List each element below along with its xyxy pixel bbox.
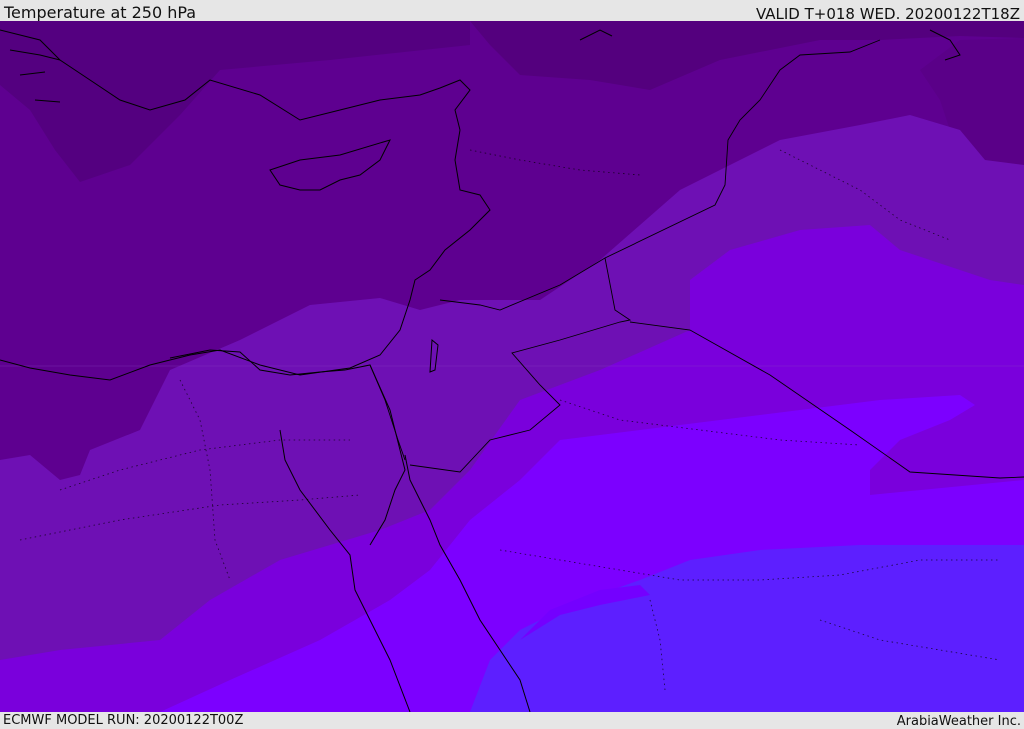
header-bar: Temperature at 250 hPa VALID T+018 WED. …: [0, 0, 1024, 23]
weather-map-window: Temperature at 250 hPa VALID T+018 WED. …: [0, 0, 1024, 729]
model-run-label: ECMWF MODEL RUN: 20200122T00Z: [3, 713, 244, 728]
temperature-map: [0, 21, 1024, 712]
footer-bar: ECMWF MODEL RUN: 20200122T00Z ArabiaWeat…: [0, 712, 1024, 729]
credit-label: ArabiaWeather Inc.: [896, 714, 1021, 729]
map-canvas[interactable]: [0, 21, 1024, 712]
